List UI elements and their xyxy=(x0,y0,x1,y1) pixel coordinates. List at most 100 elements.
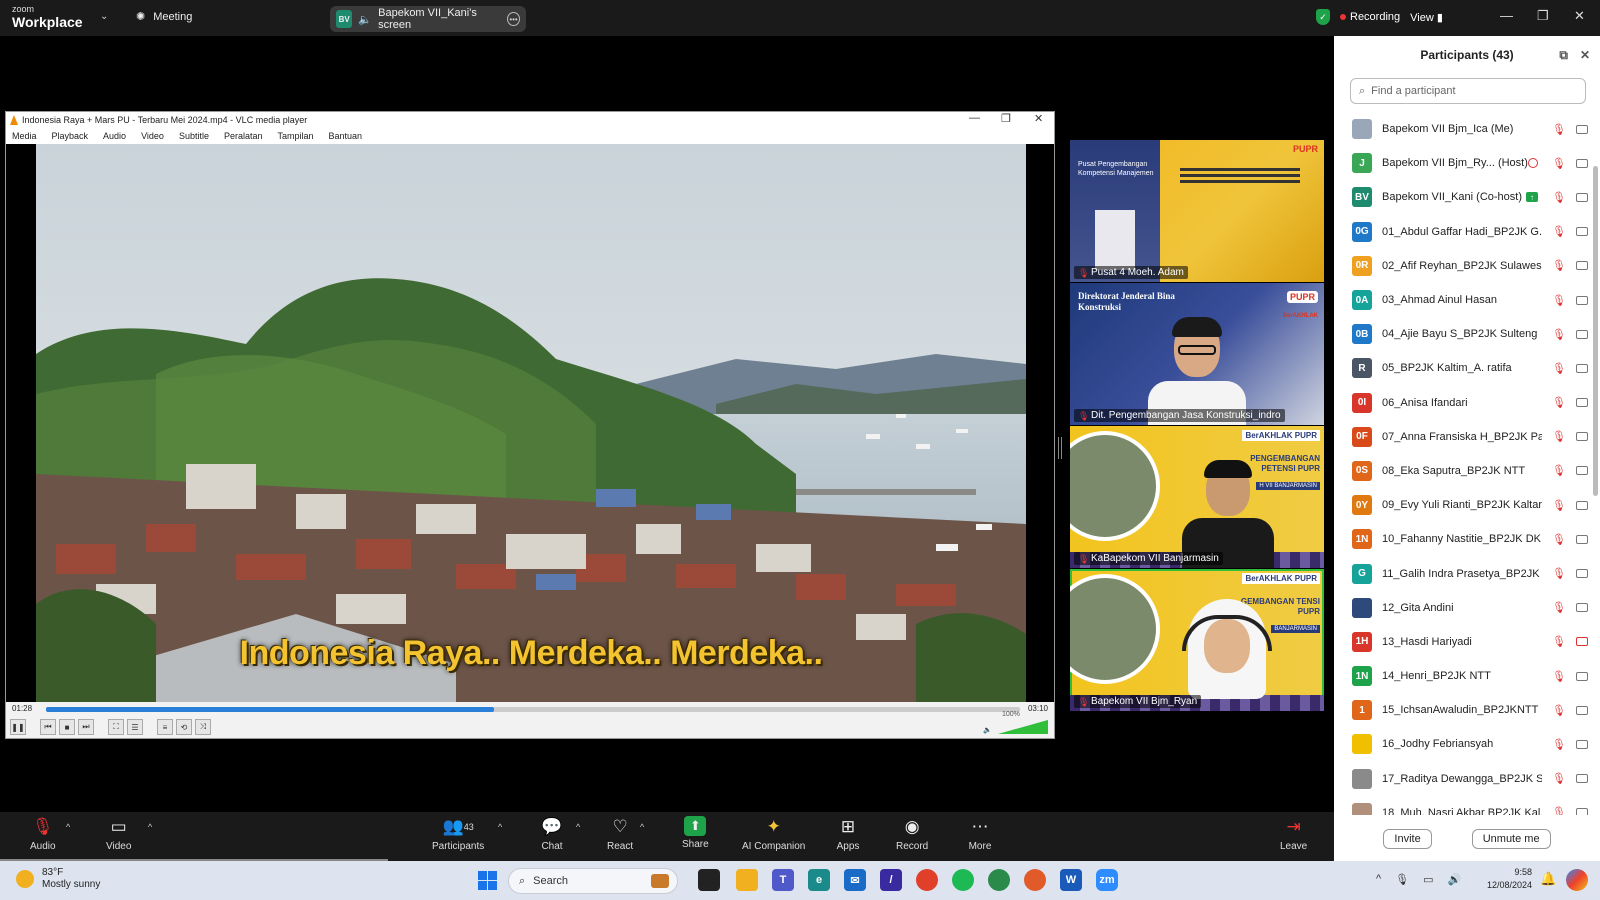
edge-icon[interactable]: e xyxy=(808,869,830,891)
chevron-down-icon[interactable]: ⌄ xyxy=(100,11,108,22)
leave-button[interactable]: ⇥ Leave xyxy=(1280,816,1307,852)
shuffle-icon[interactable]: ⤨ xyxy=(195,719,211,735)
network-icon[interactable]: ▭ xyxy=(1423,873,1433,886)
video-tile[interactable]: Pusat Pengembangan Kompetensi Manajemen … xyxy=(1070,140,1324,282)
screen-share-indicator[interactable]: BV 🔈 Bapekom VII_Kani's screen ••• xyxy=(330,6,526,32)
apps-button[interactable]: ⊞ Apps xyxy=(836,816,860,852)
recording-status[interactable]: Recording xyxy=(1340,11,1400,23)
copilot-icon[interactable] xyxy=(1566,869,1588,891)
participant-row[interactable]: J Bapekom VII Bjm_Ry... (Host) 🎙 xyxy=(1334,146,1592,180)
share-button[interactable]: ⬆ Share xyxy=(682,816,709,850)
participant-row[interactable]: 0F 07_Anna Fransiska H_BP2JK Pa... 🎙 xyxy=(1334,420,1592,454)
close-panel-icon[interactable]: ✕ xyxy=(1580,48,1590,63)
fullscreen-icon[interactable]: ⛶ xyxy=(108,719,124,735)
participant-row[interactable]: R 05_BP2JK Kaltim_A. ratifa 🎙 xyxy=(1334,351,1592,385)
extended-settings-icon[interactable]: ☰ xyxy=(127,719,143,735)
chat-button[interactable]: 💬 Chat xyxy=(540,816,564,852)
chat-options-icon[interactable]: ^ xyxy=(576,822,580,832)
ai-companion-button[interactable]: ✦ AI Companion xyxy=(742,816,805,852)
participant-row[interactable]: 0A 03_Ahmad Ainul Hasan 🎙 xyxy=(1334,283,1592,317)
previous-icon[interactable]: ⏮ xyxy=(40,719,56,735)
audio-button[interactable]: 🎙 Audio xyxy=(30,816,56,852)
participant-row[interactable]: 0I 06_Anisa Ifandari 🎙 xyxy=(1334,386,1592,420)
windows-start-icon[interactable] xyxy=(478,871,497,890)
react-button[interactable]: ♡ React xyxy=(607,816,633,852)
mail-icon[interactable]: ✉ xyxy=(844,869,866,891)
zoom-logo[interactable]: zoom Workplace xyxy=(12,5,83,30)
video-options-icon[interactable]: ^ xyxy=(148,822,152,832)
participant-row[interactable]: Bapekom VII Bjm_Ica (Me) 🎙 xyxy=(1334,112,1592,146)
participant-row[interactable]: 0S 08_Eka Saputra_BP2JK NTT 🎙 xyxy=(1334,454,1592,488)
microphone-icon[interactable]: 🎙 xyxy=(1395,873,1409,886)
vlc-minimize-icon[interactable]: — xyxy=(969,112,980,124)
video-tile-active-speaker[interactable]: BerAKHLAK PUPR GEMBANGAN TENSI PUPR BANJ… xyxy=(1070,569,1324,711)
volume-icon[interactable]: 🔈 xyxy=(983,726,992,734)
playlist-icon[interactable]: ≡ xyxy=(157,719,173,735)
participant-row[interactable]: 1 15_IchsanAwaludin_BP2JKNTT 🎙 xyxy=(1334,693,1592,727)
task-view-icon[interactable] xyxy=(698,869,720,891)
pen-app-icon[interactable]: / xyxy=(880,869,902,891)
participants-button[interactable]: 👥 43 Participants xyxy=(432,816,484,852)
react-options-icon[interactable]: ^ xyxy=(640,822,644,832)
menu-playback[interactable]: Playback xyxy=(52,131,89,141)
loop-icon[interactable]: ⟲ xyxy=(176,719,192,735)
more-options-icon[interactable]: ••• xyxy=(507,12,520,26)
chrome-icon[interactable] xyxy=(916,869,938,891)
record-button[interactable]: ◉ Record xyxy=(896,816,928,852)
video-frame[interactable]: Indonesia Raya.. Merdeka.. Merdeka.. xyxy=(6,144,1054,702)
seek-slider[interactable] xyxy=(46,707,1020,712)
participant-row[interactable]: 0R 02_Afif Reyhan_BP2JK Sulawesi ... 🎙 xyxy=(1334,249,1592,283)
restore-icon[interactable]: ❐ xyxy=(1537,8,1549,24)
video-tile[interactable]: Direktorat Jenderal Bina Konstruksi PUPR… xyxy=(1070,283,1324,425)
menu-audio[interactable]: Audio xyxy=(103,131,126,141)
participant-row[interactable]: G 11_Galih Indra Prasetya_BP2JK ... 🎙 xyxy=(1334,556,1592,590)
taskbar-search[interactable]: ⌕ Search xyxy=(508,868,678,894)
participant-row[interactable]: 0B 04_Ajie Bayu S_BP2JK Sulteng 🎙 xyxy=(1334,317,1592,351)
participant-row[interactable]: 1N 14_Henri_BP2JK NTT 🎙 xyxy=(1334,659,1592,693)
pop-out-icon[interactable]: ⧉ xyxy=(1559,48,1568,63)
menu-subtitle[interactable]: Subtitle xyxy=(179,131,209,141)
participant-row[interactable]: 1N 10_Fahanny Nastitie_BP2JK DKI 🎙 xyxy=(1334,522,1592,556)
more-button[interactable]: ⋯ More xyxy=(968,816,992,852)
audio-options-icon[interactable]: ^ xyxy=(66,822,70,832)
stop-icon[interactable]: ■ xyxy=(59,719,75,735)
invite-button[interactable]: Invite xyxy=(1383,829,1432,849)
participant-row[interactable]: 17_Raditya Dewangga_BP2JK S... 🎙 xyxy=(1334,762,1592,796)
chrome-profile-icon[interactable] xyxy=(988,869,1010,891)
next-icon[interactable]: ⏭ xyxy=(78,719,94,735)
meeting-menu[interactable]: ✺ Meeting xyxy=(136,10,192,24)
participant-row[interactable]: 16_Jodhy Febriansyah 🎙 xyxy=(1334,727,1592,761)
unmute-me-button[interactable]: Unmute me xyxy=(1471,829,1551,849)
menu-bantuan[interactable]: Bantuan xyxy=(329,131,363,141)
menu-tampilan[interactable]: Tampilan xyxy=(278,131,314,141)
close-icon[interactable]: ✕ xyxy=(1574,8,1585,24)
notification-icon[interactable]: 🔔 xyxy=(1540,871,1556,887)
participant-row[interactable]: 18_Muh. Nasri Akbar BP2JK Kal... 🎙 xyxy=(1334,796,1592,815)
volume-icon[interactable]: 🔊 xyxy=(1448,873,1462,886)
tray-chevron-icon[interactable]: ^ xyxy=(1376,873,1381,886)
video-button[interactable]: ▭ Video xyxy=(106,816,131,852)
teams-icon[interactable]: T xyxy=(772,869,794,891)
zoom-app-icon[interactable]: zm xyxy=(1096,869,1118,891)
resize-handle[interactable] xyxy=(1058,437,1062,459)
participant-row[interactable]: BV Bapekom VII_Kani (Co-host) ↑ 🎙 xyxy=(1334,180,1592,214)
volume-slider[interactable] xyxy=(998,720,1048,734)
vlc-close-icon[interactable]: ✕ xyxy=(1034,112,1043,125)
participant-row[interactable]: 1H 13_Hasdi Hariyadi 🎙 xyxy=(1334,625,1592,659)
participant-row[interactable]: 0Y 09_Evy Yuli Rianti_BP2JK Kaltara 🎙 xyxy=(1334,488,1592,522)
participant-search-input[interactable]: ⌕ Find a participant xyxy=(1350,78,1586,104)
spotify-icon[interactable] xyxy=(952,869,974,891)
weather-widget[interactable]: 83°F Mostly sunny xyxy=(16,867,100,891)
minimize-icon[interactable]: — xyxy=(1500,8,1513,23)
video-tile[interactable]: BerAKHLAK PUPR PENGEMBANGAN PETENSI PUPR… xyxy=(1070,426,1324,568)
menu-video[interactable]: Video xyxy=(141,131,164,141)
chrome-alt-icon[interactable] xyxy=(1024,869,1046,891)
participants-options-icon[interactable]: ^ xyxy=(498,822,502,832)
menu-media[interactable]: Media xyxy=(12,131,37,141)
participant-row[interactable]: 0G 01_Abdul Gaffar Hadi_BP2JK G... 🎙 xyxy=(1334,215,1592,249)
vlc-restore-icon[interactable]: ❐ xyxy=(1001,112,1011,125)
volume-control[interactable]: 🔈 100% xyxy=(983,711,1048,734)
menu-peralatan[interactable]: Peralatan xyxy=(224,131,263,141)
taskbar-clock[interactable]: 9:58 12/08/2024 xyxy=(1478,866,1532,892)
participant-row[interactable]: 12_Gita Andini 🎙 xyxy=(1334,591,1592,625)
